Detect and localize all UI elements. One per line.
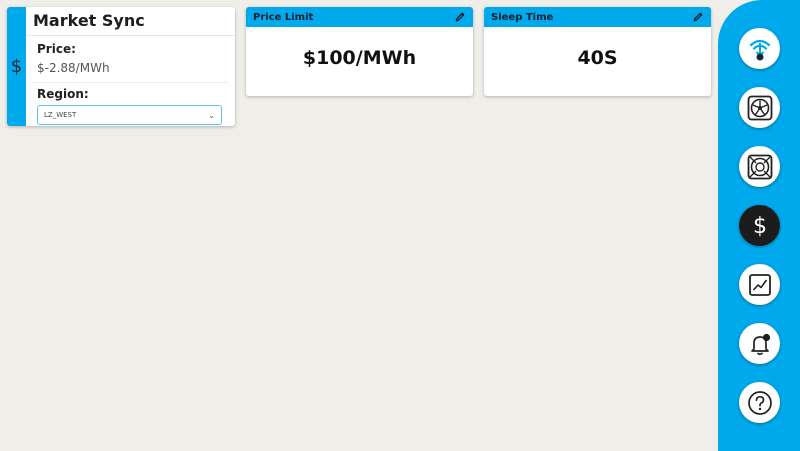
- edit-pencil-icon[interactable]: [692, 11, 704, 23]
- dollar-icon: $: [10, 56, 23, 77]
- right-sidebar: $: [718, 0, 800, 451]
- sidebar-item-notifications[interactable]: [739, 323, 780, 364]
- dollar-icon: $: [753, 214, 767, 239]
- price-value: $-2.88/MWh: [32, 61, 229, 83]
- region-select-value: LZ_WEST: [44, 111, 77, 119]
- logo-icon: [749, 39, 770, 60]
- fan-icon: [747, 95, 772, 120]
- sidebar-item-cooling[interactable]: [739, 87, 780, 128]
- edit-pencil-icon[interactable]: [454, 11, 466, 23]
- sleep-time-header: Sleep Time: [484, 7, 711, 27]
- price-limit-title: Price Limit: [253, 11, 314, 23]
- price-limit-value: $100/MWh: [302, 47, 417, 69]
- sidebar-item-home[interactable]: [739, 28, 780, 69]
- help-icon: [747, 390, 772, 415]
- region-select[interactable]: LZ_WEST ⌄: [37, 105, 222, 125]
- price-label: Price:: [37, 42, 76, 56]
- sleep-time-value: 40S: [577, 47, 618, 69]
- sleep-time-card: Sleep Time 40S: [484, 7, 711, 96]
- chart-icon: [748, 273, 771, 296]
- sidebar-item-analytics[interactable]: [739, 264, 780, 305]
- sidebar-item-miners[interactable]: [739, 146, 780, 187]
- market-sync-strip: $: [7, 7, 26, 126]
- price-limit-header: Price Limit: [246, 7, 473, 27]
- bell-notification-icon: [750, 333, 770, 355]
- region-label: Region:: [37, 87, 89, 101]
- market-sync-title: Market Sync: [26, 10, 235, 36]
- miner-icon: [747, 154, 772, 179]
- market-sync-body: Market Sync Price: $-2.88/MWh Region: LZ…: [26, 7, 235, 126]
- sidebar-item-help[interactable]: [739, 382, 780, 423]
- price-limit-card: Price Limit $100/MWh: [246, 7, 473, 96]
- chevron-down-icon: ⌄: [208, 110, 215, 120]
- sleep-time-title: Sleep Time: [491, 11, 554, 23]
- sidebar-item-market[interactable]: $: [739, 205, 780, 246]
- svg-text:$: $: [753, 214, 767, 239]
- market-sync-card: $ Market Sync Price: $-2.88/MWh Region: …: [7, 7, 235, 126]
